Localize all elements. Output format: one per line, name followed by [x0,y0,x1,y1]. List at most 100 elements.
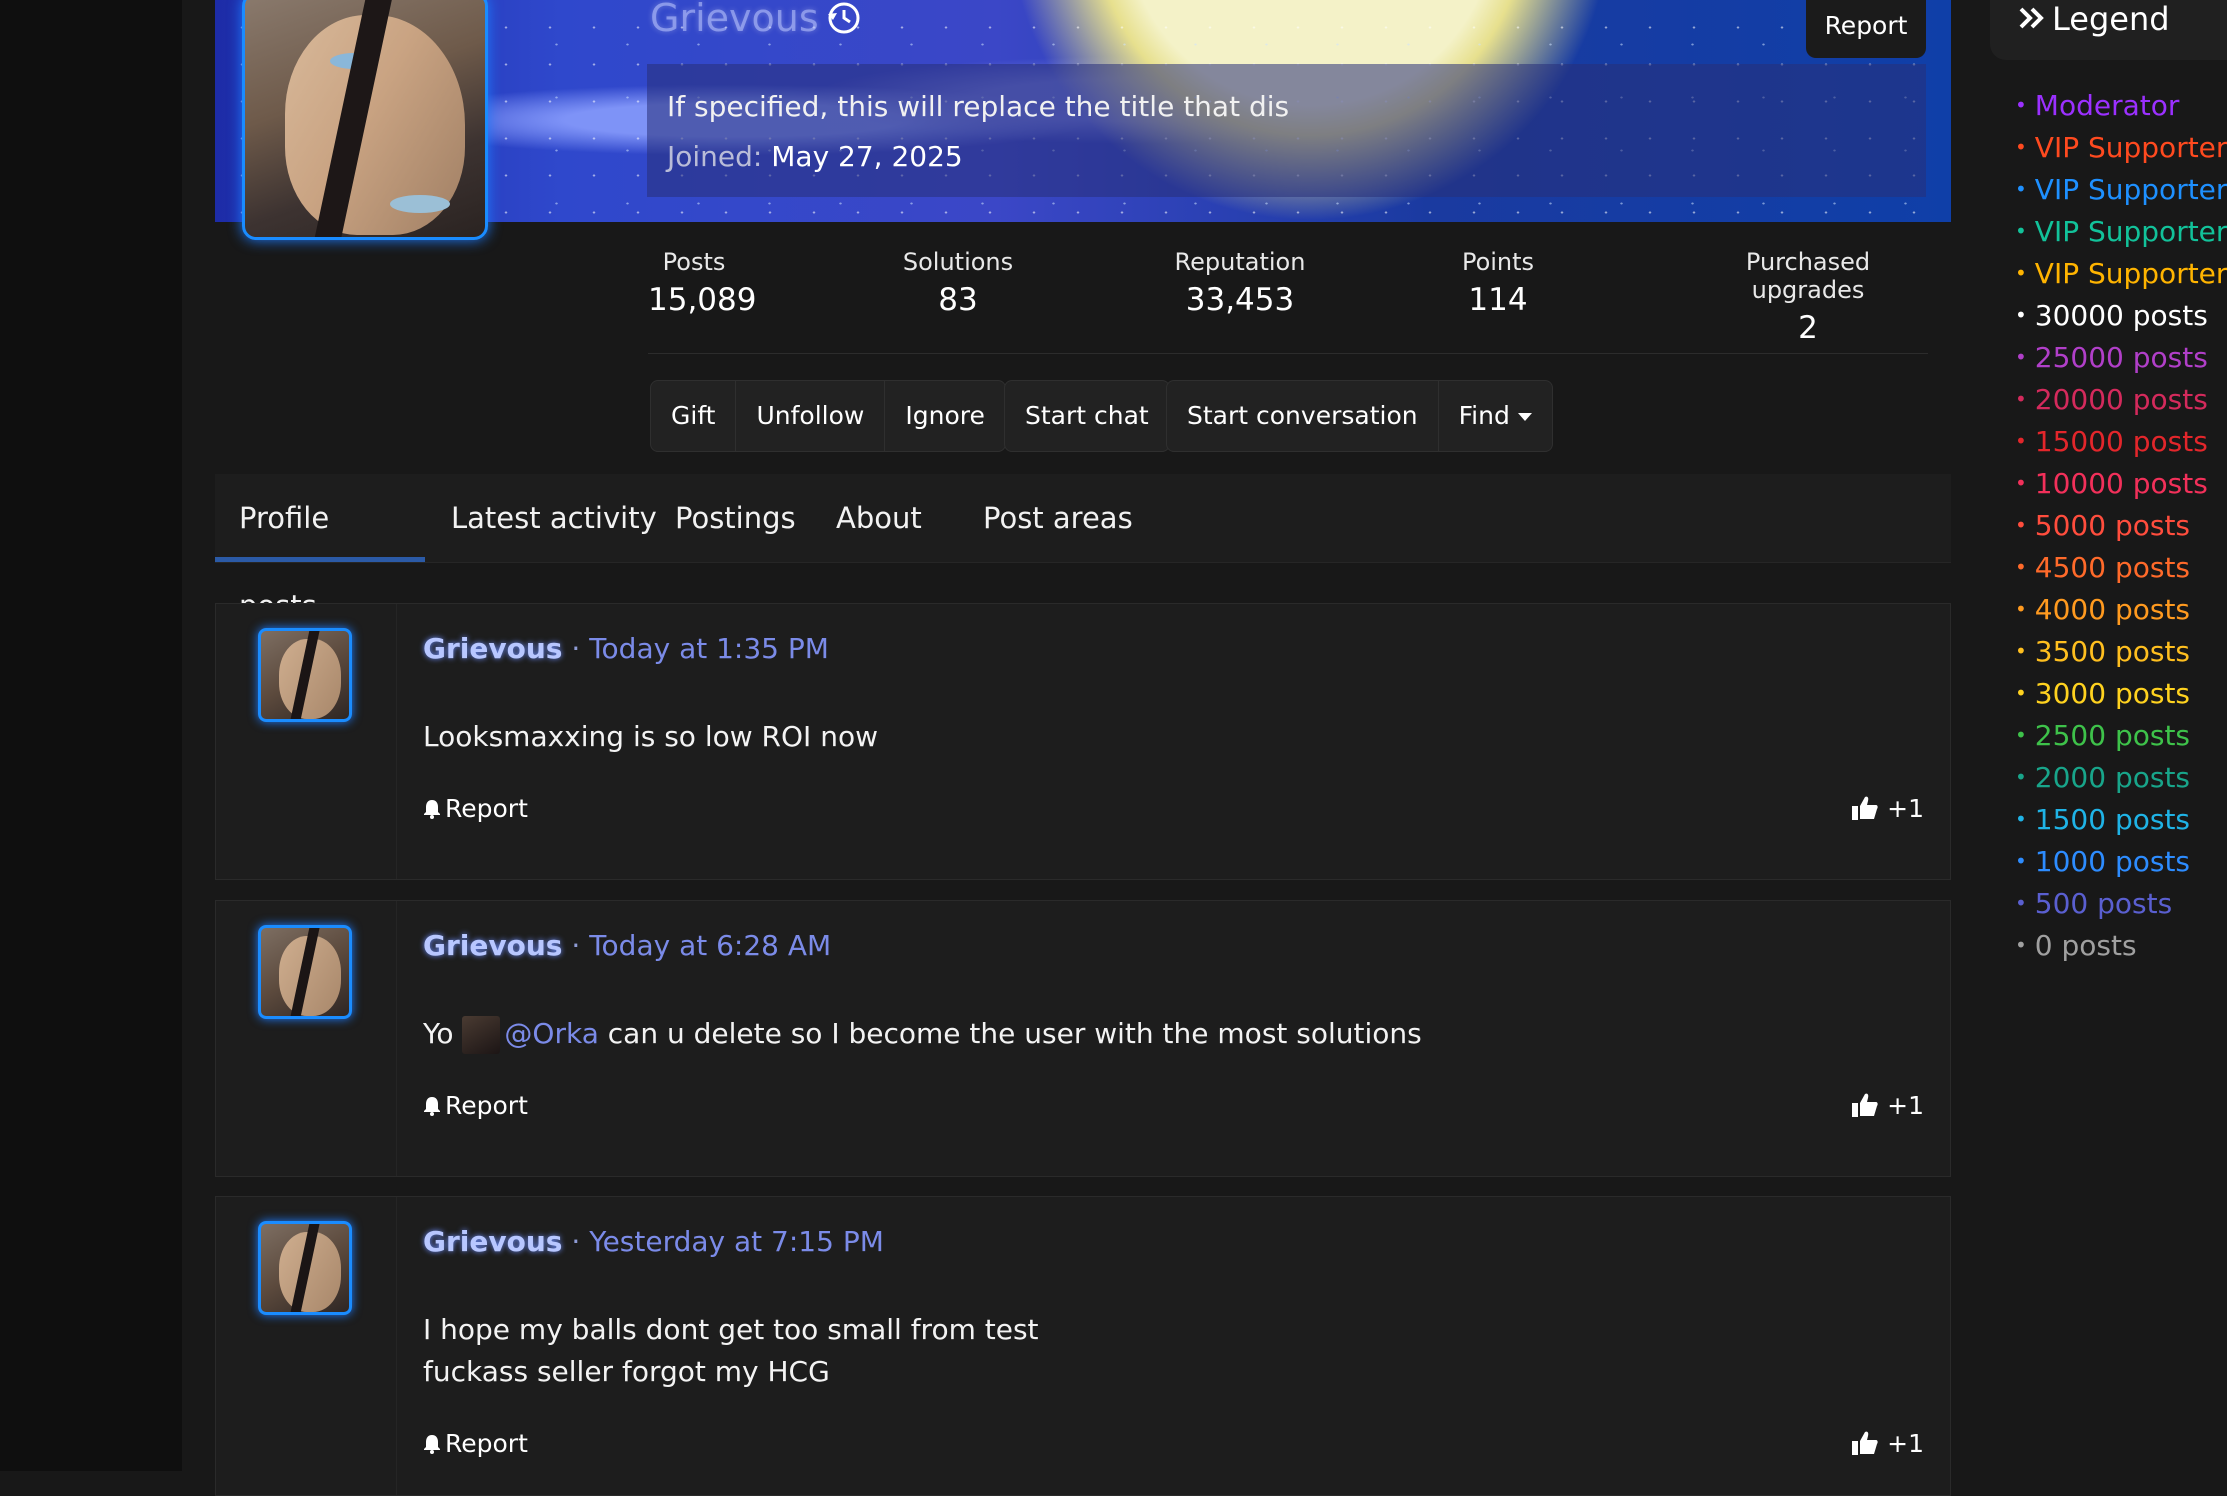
stat-label: Solutions [902,248,1014,276]
post-gutter [216,604,397,879]
like-count: +1 [1887,1091,1924,1120]
legend-label: VIP Supporter [2034,215,2227,248]
legend-label: 25000 posts [2034,341,2208,374]
gift-button[interactable]: Gift [651,381,737,451]
conversation-group: Start conversation Find [1166,380,1553,452]
tab-latest-activity[interactable]: Latest activity [427,474,681,562]
bullet-icon: • [2015,345,2027,369]
legend-item: • 20000 posts [2015,378,2227,420]
stat-value: 15,089 [648,282,757,318]
legend-label: VIP Supporter [2034,173,2227,206]
stat-label: Purchased upgrades [1745,248,1871,304]
stat-solutions[interactable]: Solutions 83 [893,248,1023,318]
report-label: Report [445,1429,528,1458]
ignore-button[interactable]: Ignore [885,381,1005,451]
legend-list: • Moderator • VIP Supporter • VIP Supporter • V… [2015,84,2227,966]
stat-points[interactable]: Points 114 [1453,248,1543,318]
legend-label: 2500 posts [2034,719,2191,752]
find-dropdown[interactable]: Find [1439,381,1552,451]
user-mention-link[interactable]: @Orka [504,1017,598,1050]
post-avatar[interactable] [258,925,352,1019]
post-avatar[interactable] [258,628,352,722]
legend-item: • 4000 posts [2015,588,2227,630]
legend-item: • VIP Supporter [2015,252,2227,294]
legend-item: • VIP Supporter [2015,126,2227,168]
meta-separator: · [571,929,581,962]
post-avatar[interactable] [258,1221,352,1315]
meta-separator: · [571,632,581,665]
like-count: +1 [1887,794,1924,823]
post-line: fuckass seller forgot my HCG [423,1355,830,1388]
legend-item: • 0 posts [2015,924,2227,966]
joined-label: Joined: [667,140,763,173]
profile-post: Grievous · Yesterday at 7:15 PM I hope m… [215,1196,1951,1496]
stat-value: 33,453 [1185,282,1295,318]
post-report-link[interactable]: Report [423,1091,528,1120]
stat-label: Points [1461,248,1535,276]
post-timestamp[interactable]: Yesterday at 7:15 PM [589,1225,884,1258]
bullet-icon: • [2015,177,2027,201]
tab-post-areas[interactable]: Post areas [959,474,1157,562]
post-body: Yo @Orka can u delete so I become the us… [423,1013,1422,1055]
post-report-link[interactable]: Report [423,1429,528,1458]
legend-item: • 3500 posts [2015,630,2227,672]
post-username[interactable]: Grievous [423,1225,562,1258]
start-conversation-button[interactable]: Start conversation [1167,381,1439,451]
tab-profile-posts[interactable]: Profile posts [215,474,425,623]
post-username[interactable]: Grievous [423,632,562,665]
tab-postings[interactable]: Postings [651,474,820,562]
left-rail [0,0,182,1471]
bullet-icon: • [2015,807,2027,831]
tab-about[interactable]: About [812,474,946,562]
bullet-icon: • [2015,723,2027,747]
post-username[interactable]: Grievous [423,929,562,962]
legend-label: VIP Supporter [2034,257,2227,290]
post-timestamp[interactable]: Today at 6:28 AM [589,929,831,962]
post-like-button[interactable]: +1 [1851,1091,1924,1120]
stat-value: 114 [1468,282,1528,318]
bell-icon [424,1435,440,1454]
legend-item: • 2000 posts [2015,756,2227,798]
thumbs-up-icon [1852,1093,1878,1117]
thumbs-up-icon [1852,796,1878,820]
bullet-icon: • [2015,597,2027,621]
bullet-icon: • [2015,303,2027,327]
legend-label: VIP Supporter [2034,131,2227,164]
legend-label: 30000 posts [2034,299,2208,332]
avatar-lips [390,195,450,213]
bullet-icon: • [2015,219,2027,243]
chat-group: Start chat [1004,380,1170,452]
caret-down-icon [1517,413,1532,421]
report-profile-button[interactable]: Report [1806,0,1926,58]
post-like-button[interactable]: +1 [1851,794,1924,823]
stat-value: 83 [938,282,978,318]
legend-label: 1500 posts [2034,803,2191,836]
profile-post: Grievous · Today at 1:35 PM Looksmaxxing… [215,603,1951,880]
profile-stats: Posts 15,089 Solutions 83 Reputation 33,… [648,248,1928,354]
post-report-link[interactable]: Report [423,794,528,823]
legend-label: 2000 posts [2034,761,2191,794]
post-timestamp[interactable]: Today at 1:35 PM [589,632,829,665]
bullet-icon: • [2015,849,2027,873]
legend-item: • 30000 posts [2015,294,2227,336]
post-meta: Grievous · Today at 6:28 AM [423,929,831,962]
stat-posts[interactable]: Posts 15,089 [648,248,757,318]
unfollow-button[interactable]: Unfollow [736,381,886,451]
find-label: Find [1458,401,1510,430]
profile-avatar[interactable] [242,0,488,240]
legend-item: • 1500 posts [2015,798,2227,840]
history-icon[interactable] [826,0,862,36]
bullet-icon: • [2015,261,2027,285]
legend-header[interactable]: Legend [1990,0,2227,60]
bullet-icon: • [2015,891,2027,915]
start-chat-button[interactable]: Start chat [1005,381,1169,451]
legend-item: • 25000 posts [2015,336,2227,378]
stat-purchased-upgrades[interactable]: Purchased upgrades 2 [1688,248,1928,346]
stat-reputation[interactable]: Reputation 33,453 [1170,248,1310,318]
bullet-icon: • [2015,513,2027,537]
legend-label: 3000 posts [2034,677,2191,710]
banner-username[interactable]: Grievous [650,0,819,40]
legend-item: • Moderator [2015,84,2227,126]
post-meta: Grievous · Yesterday at 7:15 PM [423,1225,884,1258]
post-like-button[interactable]: +1 [1851,1429,1924,1458]
